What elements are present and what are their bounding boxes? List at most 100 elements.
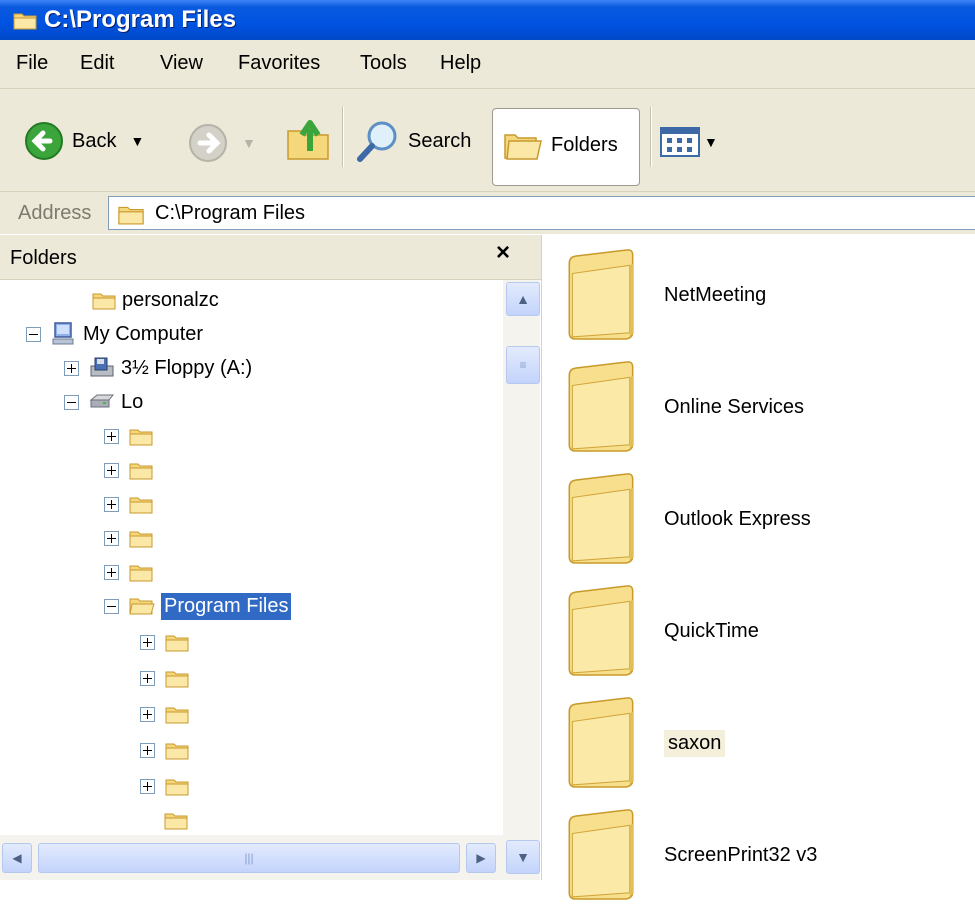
menu-edit[interactable]: Edit xyxy=(80,52,114,75)
file-name: NetMeeting xyxy=(664,283,767,306)
tree-folder[interactable] xyxy=(140,769,195,803)
list-item-outlook-express[interactable]: Outlook Express xyxy=(566,469,811,569)
scroll-left-button[interactable]: ◀ xyxy=(2,843,32,873)
tree-folder[interactable] xyxy=(104,453,159,487)
horizontal-scroll-thumb[interactable]: ||| xyxy=(38,843,460,873)
folder-icon xyxy=(566,249,638,341)
address-folder-icon xyxy=(117,203,145,231)
folders-pane-header: Folders × xyxy=(0,235,541,280)
forward-button[interactable]: ▼ xyxy=(188,123,256,163)
scroll-down-button[interactable]: ▼ xyxy=(506,840,540,874)
folder-icon xyxy=(566,809,638,901)
folders-pane: Folders × personalzc My Computer 3½ Flop… xyxy=(0,235,542,880)
folder-icon xyxy=(164,810,188,830)
tree-folder[interactable] xyxy=(104,521,159,555)
expand-icon[interactable] xyxy=(140,670,155,686)
list-item-online-services[interactable]: Online Services xyxy=(566,357,804,457)
expand-icon[interactable] xyxy=(140,634,155,650)
menu-favorites[interactable]: Favorites xyxy=(238,52,320,75)
views-icon xyxy=(660,127,700,157)
folders-icon xyxy=(504,134,542,160)
file-name: ScreenPrint32 v3 xyxy=(664,843,818,866)
folders-pane-title: Folders xyxy=(10,247,77,269)
tree-item-label: Lo xyxy=(121,390,144,413)
title-bar[interactable]: C:\Program Files xyxy=(0,0,975,40)
folder-icon xyxy=(165,704,189,724)
views-button[interactable]: ▼ xyxy=(660,127,718,157)
tree-folder[interactable] xyxy=(104,419,159,453)
collapse-icon[interactable] xyxy=(104,598,119,614)
scroll-thumb[interactable]: ≡ xyxy=(506,346,540,384)
chevron-down-icon: ▼ xyxy=(516,849,530,865)
scroll-up-button[interactable]: ▲ xyxy=(506,282,540,316)
up-folder-button[interactable] xyxy=(284,115,332,163)
tree-folder[interactable] xyxy=(164,803,194,837)
back-label: Back xyxy=(72,129,117,152)
expand-icon[interactable] xyxy=(140,706,155,722)
computer-icon xyxy=(52,322,74,345)
tree-item-personalzc[interactable]: personalzc xyxy=(92,283,219,317)
tree-item-label: My Computer xyxy=(83,322,204,345)
scroll-right-button[interactable]: ▶ xyxy=(466,843,496,873)
folder-icon xyxy=(566,473,638,565)
list-item-screenprint32[interactable]: ScreenPrint32 v3 xyxy=(566,805,817,905)
menu-file[interactable]: File xyxy=(16,52,48,75)
tree-horizontal-scrollbar[interactable]: ◀ ||| ▶ xyxy=(0,835,503,880)
address-input[interactable]: C:\Program Files xyxy=(108,196,975,230)
folder-icon xyxy=(129,460,153,480)
tree-item-my-computer[interactable]: My Computer xyxy=(26,317,203,351)
expand-icon[interactable] xyxy=(104,564,119,580)
expand-icon[interactable] xyxy=(104,530,119,546)
forward-arrow-icon xyxy=(189,124,227,162)
expand-icon[interactable] xyxy=(104,496,119,512)
search-label: Search xyxy=(408,129,472,152)
tree-item-program-files[interactable]: Program Files xyxy=(104,589,292,623)
menu-tools[interactable]: Tools xyxy=(360,52,407,75)
back-button[interactable]: Back ▼ xyxy=(24,121,144,161)
folder-icon xyxy=(129,426,153,446)
list-item-netmeeting[interactable]: NetMeeting xyxy=(566,245,766,345)
expand-icon[interactable] xyxy=(104,428,119,444)
close-icon[interactable]: × xyxy=(496,239,510,267)
file-name: Outlook Express xyxy=(664,507,811,530)
tree-vertical-scrollbar[interactable]: ▲ ≡ ▼ xyxy=(503,280,540,880)
collapse-icon[interactable] xyxy=(64,394,79,410)
list-item-saxon[interactable]: saxon xyxy=(566,693,726,793)
expand-icon[interactable] xyxy=(104,462,119,478)
address-label: Address xyxy=(18,202,92,224)
folder-icon xyxy=(165,740,189,760)
tree-item-local-disk[interactable]: Lo xyxy=(64,385,143,419)
menu-bar: File Edit View Favorites Tools Help xyxy=(0,40,975,89)
expand-icon[interactable] xyxy=(140,742,155,758)
menu-view[interactable]: View xyxy=(160,52,203,75)
tree-folder[interactable] xyxy=(140,697,195,731)
open-folder-icon xyxy=(129,598,155,615)
file-name: saxon xyxy=(664,729,726,757)
back-dropdown-icon[interactable]: ▼ xyxy=(130,133,144,149)
tree-folder[interactable] xyxy=(140,733,195,767)
tree-folder[interactable] xyxy=(104,555,159,589)
chevron-up-icon: ▲ xyxy=(516,291,530,307)
file-list: NetMeeting Online Services Outlook Expre… xyxy=(542,235,975,880)
forward-dropdown-icon[interactable]: ▼ xyxy=(242,135,256,151)
list-item-quicktime[interactable]: QuickTime xyxy=(566,581,759,681)
address-value: C:\Program Files xyxy=(155,202,306,224)
tree-item-label: 3½ Floppy (A:) xyxy=(121,356,253,379)
folder-icon xyxy=(129,528,153,548)
views-dropdown-icon[interactable]: ▼ xyxy=(704,134,718,150)
tree-folder[interactable] xyxy=(104,487,159,521)
tree-folder[interactable] xyxy=(140,661,195,695)
tree-folder[interactable] xyxy=(140,625,195,659)
collapse-icon[interactable] xyxy=(26,326,41,342)
menu-help[interactable]: Help xyxy=(440,52,481,75)
tree-item-floppy[interactable]: 3½ Floppy (A:) xyxy=(64,351,252,385)
folders-button[interactable]: Folders xyxy=(492,108,640,186)
folders-label: Folders xyxy=(551,133,618,156)
folder-icon xyxy=(92,290,116,310)
search-button[interactable]: Search xyxy=(356,119,471,163)
expand-icon[interactable] xyxy=(64,360,79,376)
chevron-right-icon: ▶ xyxy=(476,851,486,865)
expand-icon[interactable] xyxy=(140,778,155,794)
folder-icon xyxy=(12,10,38,36)
folder-icon xyxy=(165,632,189,652)
